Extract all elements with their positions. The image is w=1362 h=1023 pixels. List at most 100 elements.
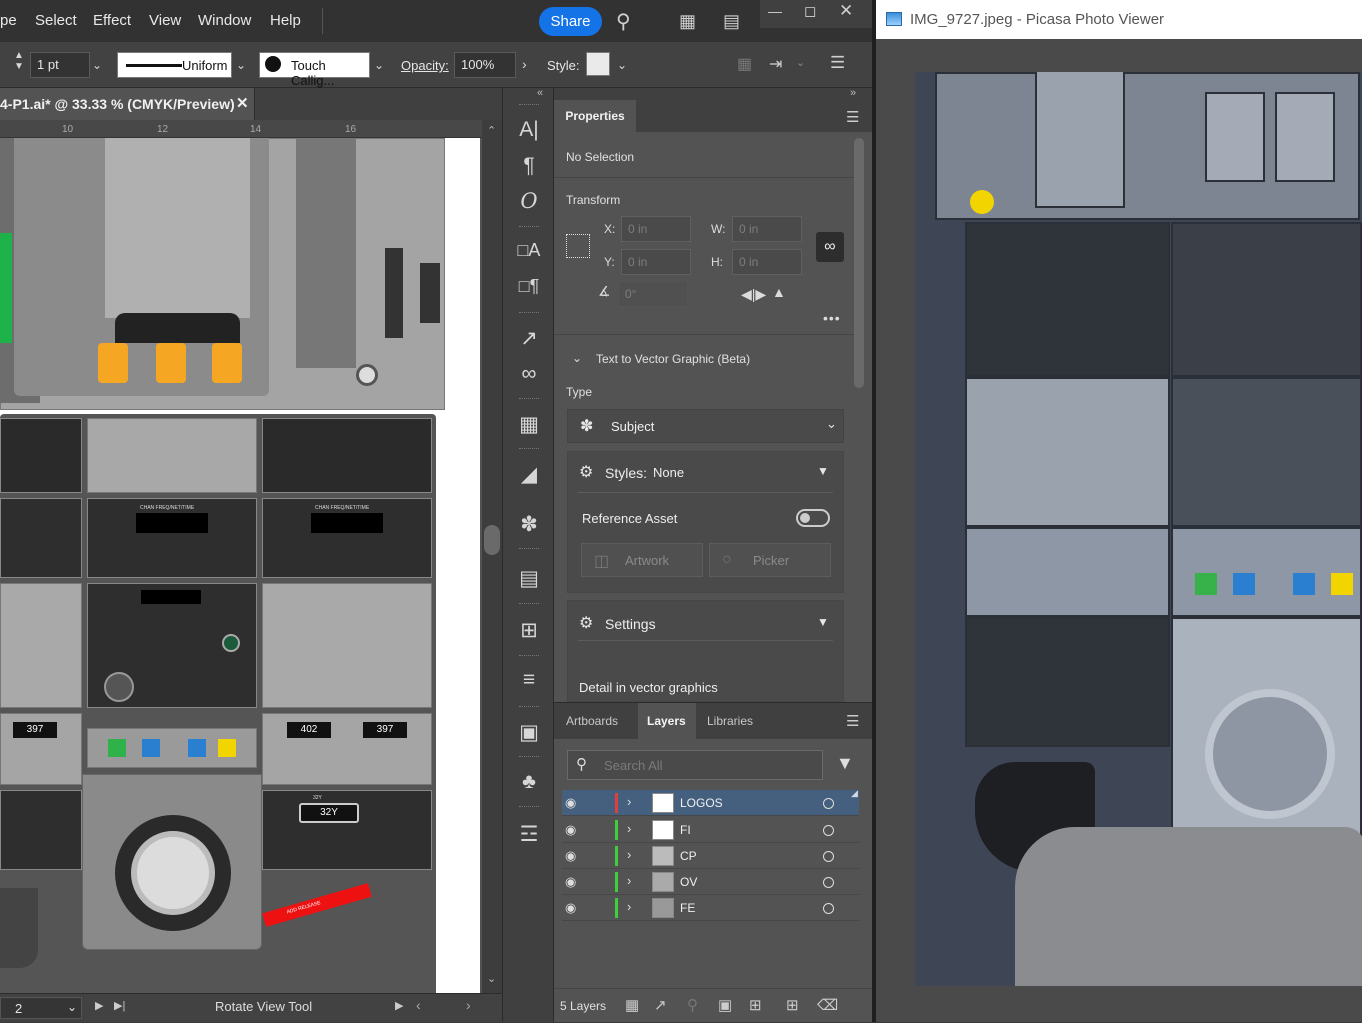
- menu-effect[interactable]: Effect: [93, 12, 131, 29]
- new-sublayer-icon[interactable]: ⊞: [749, 996, 762, 1014]
- align-grid-icon[interactable]: ▦: [737, 54, 752, 74]
- target-circle-icon[interactable]: [823, 903, 834, 914]
- layer-name[interactable]: CP: [680, 849, 697, 863]
- style-swatch[interactable]: [586, 52, 610, 76]
- layer-name[interactable]: FE: [680, 901, 695, 915]
- collapse-icon[interactable]: «: [537, 87, 543, 99]
- tab-artboards[interactable]: Artboards: [566, 714, 618, 728]
- visibility-eye-icon[interactable]: ◉: [565, 874, 576, 890]
- layer-row-logos[interactable]: ◉ › LOGOS ◢: [562, 788, 859, 816]
- share-button[interactable]: Share: [539, 7, 602, 36]
- puppet-warp-icon[interactable]: ☲: [503, 822, 555, 847]
- menu-select[interactable]: Select: [35, 12, 77, 29]
- export-icon[interactable]: ↗: [654, 996, 667, 1014]
- trash-icon[interactable]: ⌫: [817, 996, 838, 1014]
- arrange-documents-icon[interactable]: ▦: [679, 11, 696, 32]
- layer-row-fe[interactable]: ◉ › FE: [562, 895, 859, 921]
- export-icon[interactable]: ↗: [503, 326, 555, 351]
- target-circle-icon[interactable]: [823, 825, 834, 836]
- opentype-icon[interactable]: O: [503, 189, 555, 213]
- more-options-icon[interactable]: •••: [823, 310, 841, 326]
- layer-name[interactable]: FI: [680, 823, 691, 837]
- chevron-down-icon[interactable]: ⌄: [236, 58, 246, 72]
- status-menu-icon[interactable]: ▶: [395, 999, 403, 1012]
- chevron-down-icon[interactable]: ⌄: [67, 1000, 77, 1014]
- character-styles-icon[interactable]: □A: [503, 240, 555, 261]
- chevron-down-icon[interactable]: ⌄: [617, 58, 627, 72]
- picker-button[interactable]: ○ Picker: [709, 543, 831, 577]
- chevron-down-icon[interactable]: ⌄: [92, 58, 102, 72]
- align-icon[interactable]: ▤: [503, 566, 555, 591]
- type-dropdown[interactable]: ✽ Subject ⌄: [567, 409, 844, 443]
- menu-type[interactable]: pe: [0, 12, 17, 29]
- close-tab-icon[interactable]: ✕: [236, 88, 249, 120]
- stroke-weight-field[interactable]: 1 pt: [30, 52, 90, 78]
- transparency-icon[interactable]: ▣: [503, 720, 555, 745]
- tab-libraries[interactable]: Libraries: [707, 714, 753, 728]
- stepper-icon[interactable]: ▲ ▼: [14, 50, 24, 72]
- transform-icon[interactable]: ⊞: [503, 618, 555, 643]
- constrain-link-icon[interactable]: ∞: [816, 232, 844, 262]
- swatches-icon[interactable]: ▦: [503, 412, 555, 437]
- reference-asset-toggle[interactable]: [796, 509, 830, 527]
- menu-window[interactable]: Window: [198, 12, 251, 29]
- stroke-icon[interactable]: ≡: [503, 668, 555, 692]
- chevron-right-icon[interactable]: ›: [627, 821, 631, 836]
- panel-menu-icon[interactable]: ☰: [830, 53, 845, 73]
- locate-object-icon[interactable]: ⚲: [687, 996, 698, 1014]
- new-layer-icon[interactable]: ⊞: [786, 996, 799, 1014]
- angle-field[interactable]: 0°: [618, 281, 688, 307]
- triangle-down-icon[interactable]: ▼: [817, 615, 829, 629]
- chevron-right-icon[interactable]: ›: [522, 56, 527, 72]
- brush-field[interactable]: Touch Callig...: [259, 52, 370, 88]
- layer-name[interactable]: OV: [680, 875, 697, 889]
- scroll-up-icon[interactable]: ⌃: [487, 124, 496, 137]
- minimize-icon[interactable]: —: [768, 3, 782, 19]
- scroll-thumb[interactable]: [484, 525, 500, 555]
- tab-properties[interactable]: Properties: [554, 100, 636, 132]
- scroll-right-icon[interactable]: ›: [466, 997, 471, 1013]
- stroke-profile-field[interactable]: Uniform: [117, 52, 232, 78]
- vertical-scrollbar[interactable]: ⌃ ⌄: [482, 120, 502, 993]
- opacity-label[interactable]: Opacity:: [401, 58, 449, 73]
- styles-value[interactable]: None: [653, 465, 684, 480]
- next-artboard-icon[interactable]: ▶: [95, 999, 103, 1012]
- chevron-down-icon[interactable]: ⌄: [796, 56, 805, 69]
- artboard-nav-field[interactable]: 2 ⌄: [0, 997, 82, 1019]
- styles-label[interactable]: Styles:: [605, 465, 647, 481]
- t2v-label[interactable]: Text to Vector Graphic (Beta): [596, 352, 750, 366]
- align-options-icon[interactable]: ⇥: [769, 54, 782, 74]
- y-field[interactable]: 0 in: [621, 249, 691, 275]
- h-field[interactable]: 0 in: [732, 249, 802, 275]
- visibility-eye-icon[interactable]: ◉: [565, 795, 576, 811]
- visibility-eye-icon[interactable]: ◉: [565, 848, 576, 864]
- target-circle-icon[interactable]: [823, 798, 834, 809]
- paragraph-styles-icon[interactable]: □¶: [503, 276, 555, 297]
- visibility-eye-icon[interactable]: ◉: [565, 900, 576, 916]
- panel-menu-icon[interactable]: ☰: [846, 108, 859, 126]
- chevron-right-icon[interactable]: ›: [627, 873, 631, 888]
- layer-row-cp[interactable]: ◉ › CP: [562, 843, 859, 869]
- triangle-down-icon[interactable]: ▼: [817, 464, 829, 478]
- reference-point-icon[interactable]: [566, 234, 590, 258]
- clipping-mask-icon[interactable]: ▣: [718, 996, 732, 1014]
- chevron-down-icon[interactable]: ⌄: [374, 58, 384, 72]
- chevron-right-icon[interactable]: ›: [627, 794, 631, 809]
- gradient-icon[interactable]: ◢: [503, 462, 555, 487]
- document-tab[interactable]: 4-P1.ai* @ 33.33 % (CMYK/Preview) ✕: [0, 88, 255, 120]
- properties-scrollbar[interactable]: [854, 138, 864, 388]
- artwork-button[interactable]: ◫ Artwork: [581, 543, 703, 577]
- x-field[interactable]: 0 in: [621, 216, 691, 242]
- menu-view[interactable]: View: [149, 12, 181, 29]
- canvas[interactable]: CHAN FREQ/NET/TIME CHAN FREQ/NET/TIME 39…: [0, 138, 482, 993]
- menu-help[interactable]: Help: [270, 12, 301, 29]
- collapse-icon[interactable]: »: [850, 87, 856, 99]
- collect-export-icon[interactable]: ▦: [625, 996, 639, 1014]
- filter-icon[interactable]: ▼: [836, 753, 854, 774]
- panel-menu-icon[interactable]: ☰: [846, 712, 859, 730]
- layer-row-ov[interactable]: ◉ › OV: [562, 869, 859, 895]
- tab-layers[interactable]: Layers: [647, 714, 686, 728]
- scroll-down-icon[interactable]: ⌄: [487, 972, 496, 985]
- flip-horizontal-icon[interactable]: ◀|▶: [741, 286, 766, 303]
- search-icon[interactable]: ⚲: [616, 9, 631, 34]
